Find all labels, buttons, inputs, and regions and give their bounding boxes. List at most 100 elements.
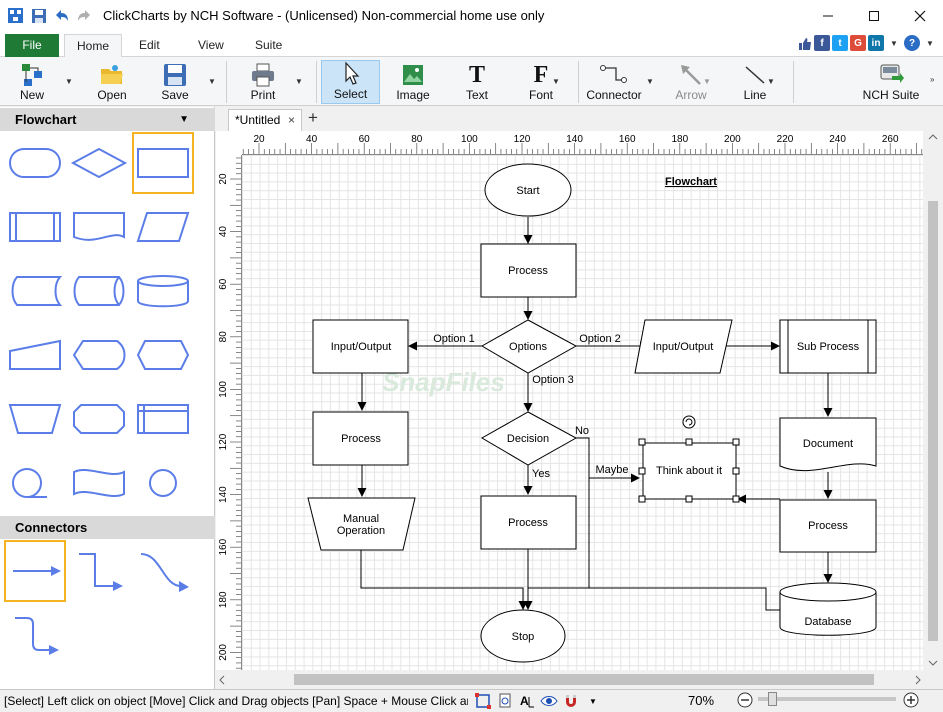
tab-suite[interactable]: Suite — [243, 34, 294, 57]
add-tab-icon[interactable]: + — [308, 108, 318, 128]
ruler-label: 20 — [218, 173, 229, 185]
direct-access-storage-shape[interactable] — [68, 260, 130, 322]
line-dropdown-icon[interactable]: ▼ — [767, 77, 775, 86]
preparation-shape[interactable] — [132, 324, 194, 386]
tab-view[interactable]: View — [186, 34, 236, 57]
sequential-data-shape[interactable] — [4, 452, 66, 514]
image-button[interactable]: Image — [393, 60, 433, 104]
database-text: Database — [804, 616, 851, 628]
punched-tape-shape[interactable] — [68, 452, 130, 514]
elbow-connector[interactable] — [68, 540, 130, 602]
font-dropdown-icon[interactable]: ▼ — [552, 77, 560, 86]
ruler-label: 80 — [411, 134, 423, 145]
cursor-arrow-icon — [344, 61, 359, 85]
horizontal-scrollbar[interactable] — [216, 670, 943, 689]
tab-home[interactable]: Home — [64, 34, 123, 58]
save-button[interactable]: Save — [155, 60, 195, 104]
redo-icon[interactable] — [76, 7, 93, 24]
data-shape[interactable] — [132, 196, 194, 258]
google-plus-icon[interactable]: G — [850, 35, 866, 51]
terminator-shape[interactable] — [4, 132, 66, 194]
linkedin-icon[interactable]: in — [868, 35, 884, 51]
manual-operation-shape[interactable] — [4, 388, 66, 450]
select-button[interactable]: Select — [321, 60, 380, 104]
connector-dropdown-icon[interactable]: ▼ — [646, 77, 654, 86]
open-button[interactable]: Open — [92, 60, 132, 104]
straight-connector[interactable] — [4, 540, 66, 602]
connector-button[interactable]: Connector — [586, 60, 642, 104]
connector-circle-shape[interactable] — [132, 452, 194, 514]
status-dropdown-icon[interactable]: ▼ — [582, 691, 604, 711]
save-dropdown-icon[interactable]: ▼ — [208, 77, 216, 86]
text-align-icon[interactable]: A — [516, 691, 538, 711]
undo-icon[interactable] — [53, 7, 70, 24]
vertical-scrollbar[interactable] — [923, 131, 943, 670]
new-button[interactable]: New — [12, 60, 52, 104]
stored-data-shape[interactable] — [4, 260, 66, 322]
tab-file[interactable]: File — [5, 34, 59, 57]
drawing-canvas[interactable]: SnapFiles Flowchart Start Process Option… — [242, 155, 923, 670]
process-shape[interactable] — [132, 132, 194, 194]
arrow-icon — [681, 65, 701, 85]
nch-suite-label: NCH Suite — [862, 88, 920, 102]
nch-suite-button[interactable]: NCH Suite — [862, 60, 920, 104]
snap-magnet-icon[interactable] — [560, 691, 582, 711]
internal-storage-shape[interactable] — [132, 388, 194, 450]
ruler-label: 60 — [359, 134, 371, 145]
help-dropdown-icon[interactable]: ▼ — [922, 35, 938, 51]
curved-connector[interactable] — [132, 540, 194, 602]
decision-text: Decision — [507, 433, 549, 445]
app-icon[interactable] — [7, 7, 24, 24]
document-shape[interactable] — [68, 196, 130, 258]
database-shape[interactable] — [132, 260, 194, 322]
manual-input-shape[interactable] — [4, 324, 66, 386]
decision-shape[interactable] — [68, 132, 130, 194]
close-tab-icon[interactable]: × — [288, 110, 295, 130]
fit-page-icon[interactable] — [472, 691, 494, 711]
process-left-text: Process — [341, 433, 381, 445]
sub-process-text: Sub Process — [797, 341, 860, 353]
document-tab[interactable]: *Untitled × — [228, 109, 302, 131]
connectors — [357, 217, 833, 611]
zoom-in-button[interactable] — [903, 692, 919, 711]
like-icon[interactable] — [796, 35, 812, 51]
print-button[interactable]: Print — [243, 60, 283, 104]
image-label: Image — [396, 88, 430, 102]
display-shape[interactable] — [68, 324, 130, 386]
ribbon-overflow-icon[interactable]: » — [930, 75, 934, 84]
new-icon — [22, 64, 42, 86]
text-button[interactable]: T Text — [457, 60, 497, 104]
chevron-down-icon[interactable]: ▼ — [886, 35, 902, 51]
facebook-icon[interactable]: f — [814, 35, 830, 51]
zoom-slider-thumb[interactable] — [768, 692, 777, 706]
manual-to-stop-line[interactable] — [360, 549, 528, 610]
help-icon[interactable]: ? — [904, 35, 920, 51]
manual-text-line1: Manual — [343, 513, 379, 525]
section-dropdown-icon[interactable]: ▼ — [179, 108, 189, 131]
ribbon-tab-bar: File Home Edit View Suite f t G in ▼ ? ▼ — [0, 31, 943, 58]
close-button[interactable] — [897, 0, 943, 31]
maximize-button[interactable] — [851, 0, 897, 31]
social-links: f t G in ▼ ? ▼ — [796, 35, 938, 51]
zoom-page-icon[interactable] — [494, 691, 516, 711]
arrow-dropdown-icon[interactable]: ▼ — [703, 77, 711, 86]
twitter-icon[interactable]: t — [832, 35, 848, 51]
predefined-process-shape[interactable] — [4, 196, 66, 258]
loop-limit-shape[interactable] — [68, 388, 130, 450]
line-icon — [745, 66, 765, 84]
preview-eye-icon[interactable] — [538, 691, 560, 711]
new-dropdown-icon[interactable]: ▼ — [65, 77, 73, 86]
ruler-label: 140 — [218, 486, 229, 503]
database-to-stop-line[interactable] — [528, 587, 780, 611]
rotate-handle-icon[interactable] — [682, 415, 696, 429]
tab-edit[interactable]: Edit — [127, 34, 172, 57]
zoom-slider-track[interactable] — [758, 697, 896, 701]
flowchart-section-header[interactable]: Flowchart ▼ — [0, 108, 215, 131]
save-icon[interactable] — [30, 7, 47, 24]
print-dropdown-icon[interactable]: ▼ — [295, 77, 303, 86]
connectors-section-header[interactable]: Connectors — [0, 516, 215, 539]
minimize-button[interactable] — [805, 0, 851, 31]
zoom-out-button[interactable] — [737, 692, 753, 711]
horizontal-scroll-thumb — [294, 674, 874, 685]
rounded-elbow-connector[interactable] — [4, 604, 66, 666]
